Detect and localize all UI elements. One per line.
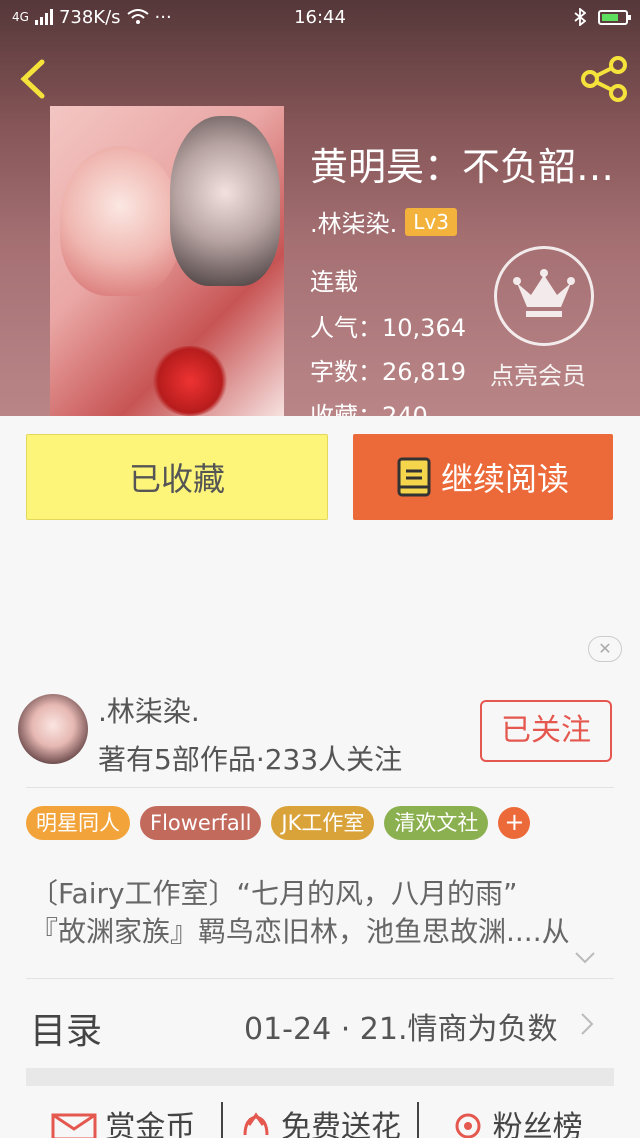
book-cover[interactable] xyxy=(50,106,284,416)
popularity-stat: 人气：10,364 xyxy=(310,308,466,343)
continue-reading-label: 继续阅读 xyxy=(440,460,569,498)
book-status: 连载 xyxy=(310,268,358,296)
tag-item[interactable]: 清欢文社 xyxy=(384,806,489,840)
author-name[interactable]: .林柒染. xyxy=(98,690,200,730)
medal-icon xyxy=(455,1113,481,1138)
share-icon xyxy=(581,56,627,102)
vip-label[interactable]: 点亮会员 xyxy=(490,356,586,391)
level-badge: Lv3 xyxy=(405,207,457,236)
favorites-value: 240 xyxy=(382,402,428,416)
tag-item[interactable]: 明星同人 xyxy=(26,806,130,840)
battery-icon xyxy=(598,9,631,25)
toc-open-button[interactable] xyxy=(580,1012,594,1036)
cover-figure-left xyxy=(60,146,180,296)
cover-flower xyxy=(150,346,230,416)
popularity-value: 10,364 xyxy=(382,314,466,342)
continue-reading-button[interactable]: 继续阅读 xyxy=(353,434,613,520)
tag-item[interactable]: JK工作室 xyxy=(271,806,375,840)
flower-icon xyxy=(243,1112,269,1136)
vip-button[interactable] xyxy=(494,246,594,346)
cover-figure-right xyxy=(170,116,280,286)
send-flower-button[interactable]: 免费送花 xyxy=(223,1102,418,1138)
favorites-stat: 收藏：240 xyxy=(310,396,428,416)
divider xyxy=(26,978,614,979)
toc-label[interactable]: 目录 xyxy=(30,1002,102,1054)
author-meta: 著有5部作品·233人关注 xyxy=(98,743,403,776)
popularity-label: 人气： xyxy=(310,314,382,342)
fans-ranking-button[interactable]: 粉丝榜 xyxy=(419,1102,614,1138)
follow-button[interactable]: 已关注 xyxy=(480,700,612,762)
expand-description-button[interactable] xyxy=(574,950,596,964)
divider xyxy=(26,787,614,788)
send-flower-label: 免费送花 xyxy=(281,1110,401,1138)
envelope-icon xyxy=(51,1113,97,1138)
share-button[interactable] xyxy=(580,56,628,102)
status-bar: 4G 738K/s ··· 16:44 xyxy=(0,0,640,34)
bluetooth-icon xyxy=(574,8,586,26)
tag-list: 明星同人 Flowerfall JK工作室 清欢文社 + xyxy=(26,806,531,840)
book-header: 4G 738K/s ··· 16:44 黄明昊：不负韶… .林柒染. Lv3 连… xyxy=(0,0,640,416)
chevron-down-icon xyxy=(575,952,595,964)
fans-ranking-label: 粉丝榜 xyxy=(492,1110,583,1138)
section-separator xyxy=(26,1068,614,1086)
book-author[interactable]: .林柒染. xyxy=(310,204,397,239)
reward-label: 赏金币 xyxy=(105,1110,196,1138)
description-line: 〔Fairy工作室〕“七月的风，八月的雨” xyxy=(30,877,518,910)
add-tag-button[interactable]: + xyxy=(498,807,531,839)
author-avatar[interactable] xyxy=(18,694,88,764)
favorited-label: 已收藏 xyxy=(128,460,225,498)
crown-icon xyxy=(513,269,575,317)
reward-button[interactable]: 赏金币 xyxy=(26,1102,221,1138)
tag-item[interactable]: Flowerfall xyxy=(140,806,262,840)
book-icon xyxy=(397,457,431,497)
words-label: 字数： xyxy=(310,358,382,386)
favorited-button[interactable]: 已收藏 xyxy=(26,434,328,520)
book-title: 黄明昊：不负韶… xyxy=(310,145,615,189)
words-value: 26,819 xyxy=(382,358,466,386)
chevron-right-icon xyxy=(581,1013,594,1035)
toc-latest-chapter[interactable]: 01-24 · 21.情商为负数 xyxy=(244,1004,558,1048)
words-stat: 字数：26,819 xyxy=(310,352,466,387)
chevron-left-icon xyxy=(20,59,45,99)
description-line: 『故渊家族』羁鸟恋旧林，池鱼思故渊....从 xyxy=(30,915,570,948)
back-button[interactable] xyxy=(18,58,50,100)
close-ad-button[interactable]: ✕ xyxy=(588,636,622,662)
bottom-actions: 赏金币 免费送花 粉丝榜 xyxy=(26,1102,614,1138)
favorites-label: 收藏： xyxy=(310,402,382,416)
clock: 16:44 xyxy=(294,6,346,28)
